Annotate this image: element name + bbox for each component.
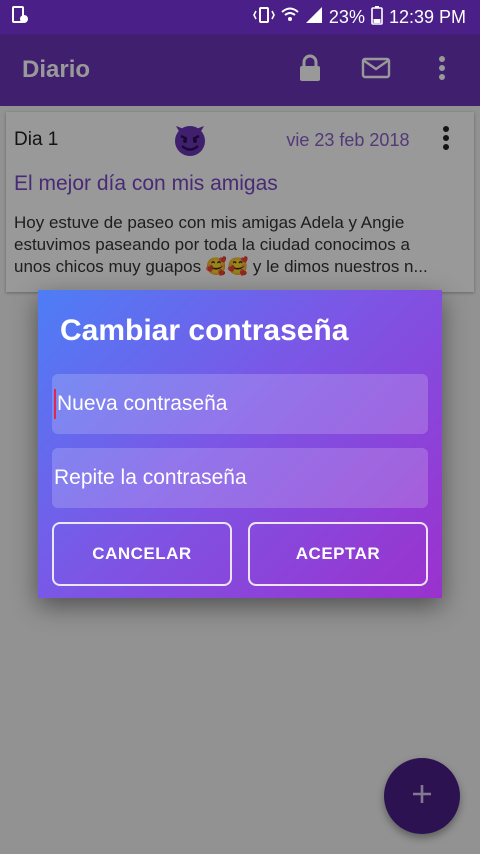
screen-record-icon [10,5,30,30]
repeat-password-field[interactable]: Repite la contraseña [52,448,428,508]
signal-icon [305,6,323,29]
new-password-placeholder: Nueva contraseña [57,392,228,415]
status-bar: 23% 12:39 PM [0,0,480,34]
accept-button[interactable]: ACEPTAR [248,522,428,586]
clock: 12:39 PM [388,6,466,27]
dialog-title: Cambiar contraseña [60,314,349,347]
text-cursor [54,389,56,419]
new-password-field[interactable]: Nueva contraseña [52,374,428,434]
battery-icon [371,5,383,30]
battery-percent: 23% [328,6,365,27]
repeat-password-placeholder: Repite la contraseña [54,466,247,489]
wifi-icon [281,6,299,29]
change-password-dialog: Cambiar contraseña Nueva contraseña Repi… [38,290,442,598]
cancel-button[interactable]: CANCELAR [52,522,232,586]
vibrate-icon [253,6,275,29]
